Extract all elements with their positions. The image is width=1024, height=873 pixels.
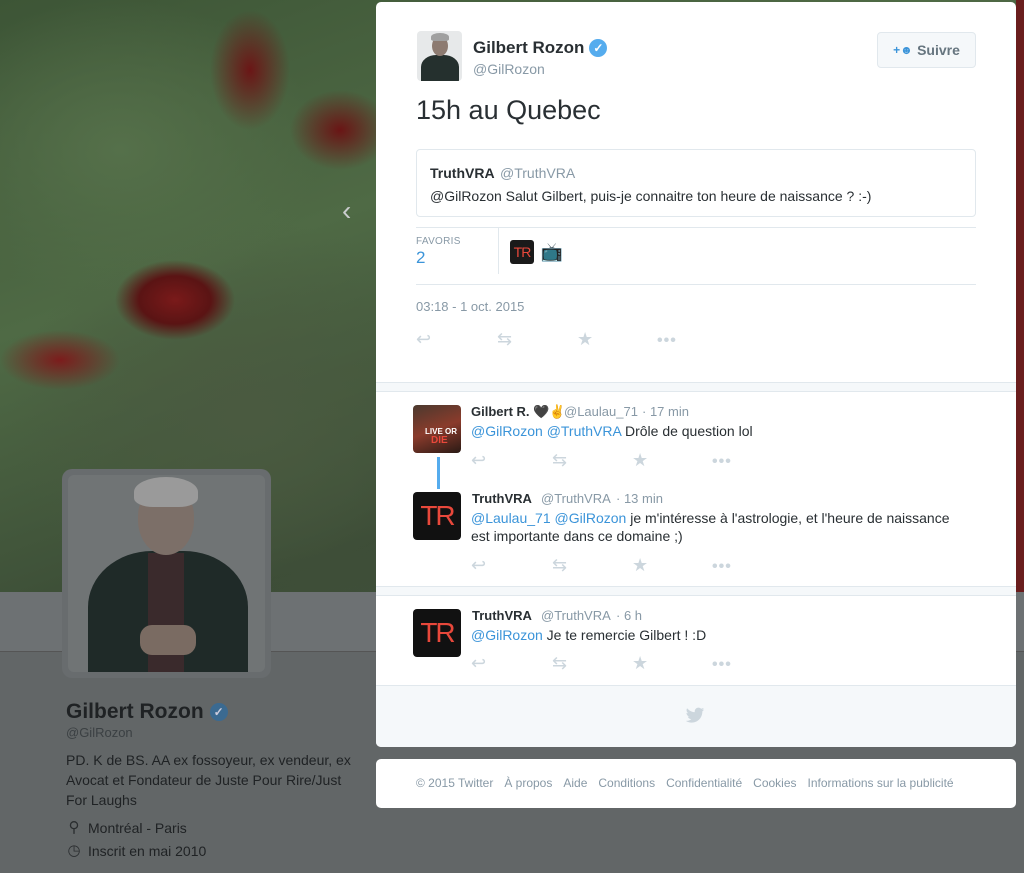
- reply-icon[interactable]: ↩: [471, 451, 486, 469]
- footer-link-cookies[interactable]: Cookies: [753, 776, 796, 790]
- reply-body: Drôle de question lol: [621, 423, 753, 439]
- footer-links: © 2015 Twitter À propos Aide Conditions …: [416, 776, 954, 790]
- favorite-icon[interactable]: ★: [632, 654, 648, 672]
- reply-author-name[interactable]: TruthVRA: [472, 491, 532, 506]
- follow-button[interactable]: +☻ Suivre: [877, 32, 976, 68]
- footer-link-privacy[interactable]: Confidentialité: [666, 776, 742, 790]
- calendar-clock-icon: ◷: [67, 842, 81, 859]
- profile-joined-text: Inscrit en mai 2010: [88, 843, 207, 859]
- reply-avatar-truthvra[interactable]: TR: [413, 492, 461, 540]
- quoted-tweet[interactable]: TruthVRA @TruthVRA @GilRozon Salut Gilbe…: [416, 149, 976, 217]
- conversation-separator: [376, 586, 1016, 596]
- footer-link-about[interactable]: À propos: [504, 776, 552, 790]
- profile-location: ⚲ Montréal - Paris: [66, 819, 187, 837]
- mention-link[interactable]: @GilRozon: [471, 627, 543, 643]
- reply-icon[interactable]: ↩: [416, 330, 431, 348]
- reply-avatar-laulau[interactable]: LIVE OR DIE: [413, 405, 461, 453]
- favorite-icon[interactable]: ★: [632, 556, 648, 574]
- reply-avatar-truthvra[interactable]: TR: [413, 609, 461, 657]
- profile-avatar-frame: [62, 469, 271, 678]
- reply-time[interactable]: · 6 h: [616, 608, 642, 623]
- thread-connector: [437, 457, 440, 489]
- reply-text: @GilRozon Je te remercie Gilbert ! :D: [471, 626, 971, 644]
- footer-copyright: © 2015 Twitter: [416, 776, 494, 790]
- conversation-separator: [376, 382, 1016, 392]
- profile-location-text: Montréal - Paris: [88, 820, 187, 836]
- favorites-label: FAVORIS: [416, 236, 461, 247]
- retweet-icon[interactable]: ⇆: [552, 451, 567, 469]
- more-options-icon[interactable]: •••: [712, 558, 732, 576]
- profile-name[interactable]: Gilbert Rozon: [66, 700, 204, 724]
- footer-link-terms[interactable]: Conditions: [598, 776, 655, 790]
- reply-author-handle[interactable]: @Laulau_71: [564, 404, 638, 419]
- quoted-tweet-text: @GilRozon Salut Gilbert, puis-je connait…: [430, 188, 872, 204]
- quoted-author-name: TruthVRA: [430, 165, 495, 181]
- retweet-icon[interactable]: ⇆: [552, 556, 567, 574]
- footer-link-help[interactable]: Aide: [563, 776, 587, 790]
- retweet-icon[interactable]: ⇆: [497, 330, 512, 348]
- mention-link[interactable]: @Laulau_71: [471, 510, 551, 526]
- mention-link[interactable]: @GilRozon: [555, 510, 627, 526]
- footer-link-ads-info[interactable]: Informations sur la publicité: [808, 776, 954, 790]
- reply-time[interactable]: · 13 min: [616, 491, 663, 506]
- more-options-icon[interactable]: •••: [712, 453, 732, 471]
- favorite-icon[interactable]: ★: [577, 330, 593, 348]
- favorite-icon[interactable]: ★: [632, 451, 648, 469]
- profile-joined: ◷ Inscrit en mai 2010: [66, 842, 207, 860]
- reply-author-handle[interactable]: @TruthVRA: [541, 491, 611, 506]
- favorites-count[interactable]: 2: [416, 248, 425, 268]
- author-avatar[interactable]: [417, 31, 462, 81]
- profile-handle[interactable]: @GilRozon: [66, 725, 133, 740]
- prev-tweet-arrow-icon[interactable]: ‹: [342, 197, 360, 225]
- mention-link[interactable]: @TruthVRA: [547, 423, 621, 439]
- author-name-row: Gilbert Rozon ✓: [473, 38, 608, 58]
- tweet-timestamp[interactable]: 03:18 - 1 oct. 2015: [416, 299, 524, 314]
- more-options-icon[interactable]: •••: [657, 332, 677, 350]
- stats-divider: [498, 228, 499, 274]
- follow-label: Suivre: [917, 42, 960, 58]
- tweet-text: 15h au Quebec: [416, 95, 601, 125]
- twitter-bird-icon: [685, 707, 705, 723]
- reply-time[interactable]: · 17 min: [642, 404, 689, 419]
- site-footer: © 2015 Twitter À propos Aide Conditions …: [376, 759, 1016, 808]
- verified-badge-icon: ✓: [209, 703, 228, 721]
- author-handle[interactable]: @GilRozon: [473, 61, 545, 77]
- reply-text: @Laulau_71 @GilRozon je m'intéresse à l'…: [471, 509, 971, 545]
- quoted-author-handle: @TruthVRA: [500, 165, 576, 181]
- tweet-permalink-overlay: Gilbert Rozon ✓ @GilRozon +☻ Suivre 15h …: [376, 2, 1016, 747]
- reply-text: @GilRozon @TruthVRA Drôle de question lo…: [471, 422, 971, 440]
- reply-author-handle[interactable]: @TruthVRA: [541, 608, 611, 623]
- reply-icon[interactable]: ↩: [471, 556, 486, 574]
- reply-icon[interactable]: ↩: [471, 654, 486, 672]
- more-options-icon[interactable]: •••: [712, 656, 732, 674]
- profile-avatar[interactable]: [68, 475, 265, 672]
- main-tweet: Gilbert Rozon ✓ @GilRozon +☻ Suivre 15h …: [376, 2, 1016, 382]
- verified-badge-icon: ✓: [589, 39, 608, 57]
- banner-edge: [1016, 0, 1024, 592]
- author-name[interactable]: Gilbert Rozon: [473, 38, 584, 58]
- overlay-footer: [376, 685, 1016, 747]
- favoriter-avatar-tv[interactable]: 📺: [540, 240, 564, 264]
- reply-body: Je te remercie Gilbert ! :D: [542, 627, 707, 643]
- location-pin-icon: ⚲: [68, 819, 80, 836]
- follow-person-icon: +☻: [893, 43, 913, 57]
- favoriter-avatar-truthvra[interactable]: TR: [510, 240, 534, 264]
- mention-link[interactable]: @GilRozon: [471, 423, 543, 439]
- reply-author-name[interactable]: TruthVRA: [472, 608, 532, 623]
- reply-author-name[interactable]: Gilbert R. 🖤✌: [471, 404, 566, 420]
- profile-name-row: Gilbert Rozon ✓: [66, 700, 228, 724]
- retweet-icon[interactable]: ⇆: [552, 654, 567, 672]
- tweet-stats: FAVORIS 2 TR 📺: [416, 227, 976, 285]
- profile-bio: PD. K de BS. AA ex fossoyeur, ex vendeur…: [66, 752, 351, 808]
